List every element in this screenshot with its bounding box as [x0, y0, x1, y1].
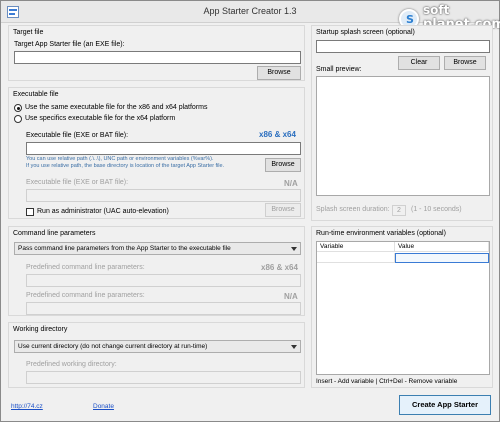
- predef1-label: Predefined command line parameters:: [26, 264, 145, 271]
- exe-file-label: Executable file (EXE or BAT file):: [26, 132, 129, 139]
- run-admin-label[interactable]: Run as administrator (UAC auto-elevation…: [37, 208, 169, 215]
- target-label: Target App Starter file (an EXE file):: [14, 41, 125, 48]
- predef2-label: Predefined command line parameters:: [26, 292, 145, 299]
- exe2-file-label: Executable file (EXE or BAT file):: [26, 179, 129, 186]
- splash-preview-box: [316, 76, 490, 196]
- target-group: Target file Target App Starter file (an …: [8, 25, 305, 81]
- app-window: App Starter Creator 1.3 soft planet.com …: [0, 0, 500, 422]
- executable-group: Executable file Use the same executable …: [8, 87, 305, 219]
- exe-browse-button[interactable]: Browse: [265, 158, 301, 172]
- chevron-down-icon: [291, 247, 297, 251]
- radio-specific-label[interactable]: Use specifics executable file for the x6…: [25, 115, 175, 122]
- exe-file-input[interactable]: [26, 142, 301, 155]
- radio-same-label[interactable]: Use the same executable file for the x86…: [25, 104, 208, 111]
- splash-duration-range: (1 - 10 seconds): [411, 206, 462, 213]
- splash-clear-button[interactable]: Clear: [398, 56, 440, 70]
- splash-browse-button[interactable]: Browse: [444, 56, 486, 70]
- splash-file-input[interactable]: [316, 40, 490, 53]
- col-variable-header: Variable: [317, 242, 395, 252]
- cmdline-select-value: Pass command line parameters from the Ap…: [18, 245, 231, 252]
- exe-note-line1: You can use relative path (.\..\), UNC p…: [26, 156, 214, 162]
- donate-link[interactable]: Donate: [93, 403, 114, 410]
- grid-cell-value[interactable]: [395, 253, 489, 263]
- exe2-browse-button[interactable]: Browse: [265, 203, 301, 217]
- envvars-grid[interactable]: Variable Value: [316, 241, 490, 375]
- workdir-predef-input[interactable]: [26, 371, 301, 384]
- col-value-header: Value: [395, 242, 489, 252]
- workdir-group-title: Working directory: [13, 326, 68, 333]
- site-link[interactable]: http://74.cz: [11, 403, 43, 410]
- splash-group: Startup splash screen (optional) Clear B…: [311, 25, 493, 221]
- chevron-down-icon: [291, 345, 297, 349]
- workdir-mode-select[interactable]: Use current directory (do not change cur…: [14, 340, 301, 353]
- workdir-select-value: Use current directory (do not change cur…: [18, 343, 208, 350]
- run-admin-checkbox[interactable]: [26, 208, 34, 216]
- workdir-group: Working directory Use current directory …: [8, 322, 305, 388]
- small-preview-label: Small preview:: [316, 66, 362, 73]
- cmdline-group-title: Command line parameters: [13, 230, 96, 237]
- radio-specific-executable[interactable]: [14, 115, 22, 123]
- splash-group-title: Startup splash screen (optional): [316, 29, 415, 36]
- exe-arch-badge: x86 & x64: [259, 130, 296, 139]
- target-group-title: Target file: [13, 29, 44, 36]
- predef2-arch-badge: N/A: [284, 292, 298, 301]
- predef1-arch-badge: x86 & x64: [261, 263, 298, 272]
- exe2-file-input[interactable]: [26, 189, 301, 202]
- envvars-group: Run-time environment variables (optional…: [311, 226, 493, 388]
- cmdline-mode-select[interactable]: Pass command line parameters from the Ap…: [14, 242, 301, 255]
- predef1-input[interactable]: [26, 274, 301, 287]
- exe-note-line2: If you use relative path, the base direc…: [26, 163, 225, 169]
- target-browse-button[interactable]: Browse: [257, 66, 301, 80]
- target-file-input[interactable]: [14, 51, 301, 64]
- workdir-predef-label: Predefined working directory:: [26, 361, 117, 368]
- executable-group-title: Executable file: [13, 91, 59, 98]
- create-app-starter-button[interactable]: Create App Starter: [399, 395, 491, 415]
- predef2-input[interactable]: [26, 302, 301, 315]
- cmdline-group: Command line parameters Pass command lin…: [8, 226, 305, 316]
- envvars-group-title: Run-time environment variables (optional…: [316, 230, 446, 237]
- grid-cell-variable[interactable]: [317, 253, 395, 263]
- envvars-hint: Insert - Add variable | Ctrl+Del - Remov…: [316, 378, 458, 385]
- radio-same-executable[interactable]: [14, 104, 22, 112]
- splash-duration-spinner[interactable]: 2: [392, 205, 406, 216]
- exe2-arch-badge: N/A: [284, 179, 298, 188]
- splash-duration-label: Splash screen duration:: [316, 206, 390, 213]
